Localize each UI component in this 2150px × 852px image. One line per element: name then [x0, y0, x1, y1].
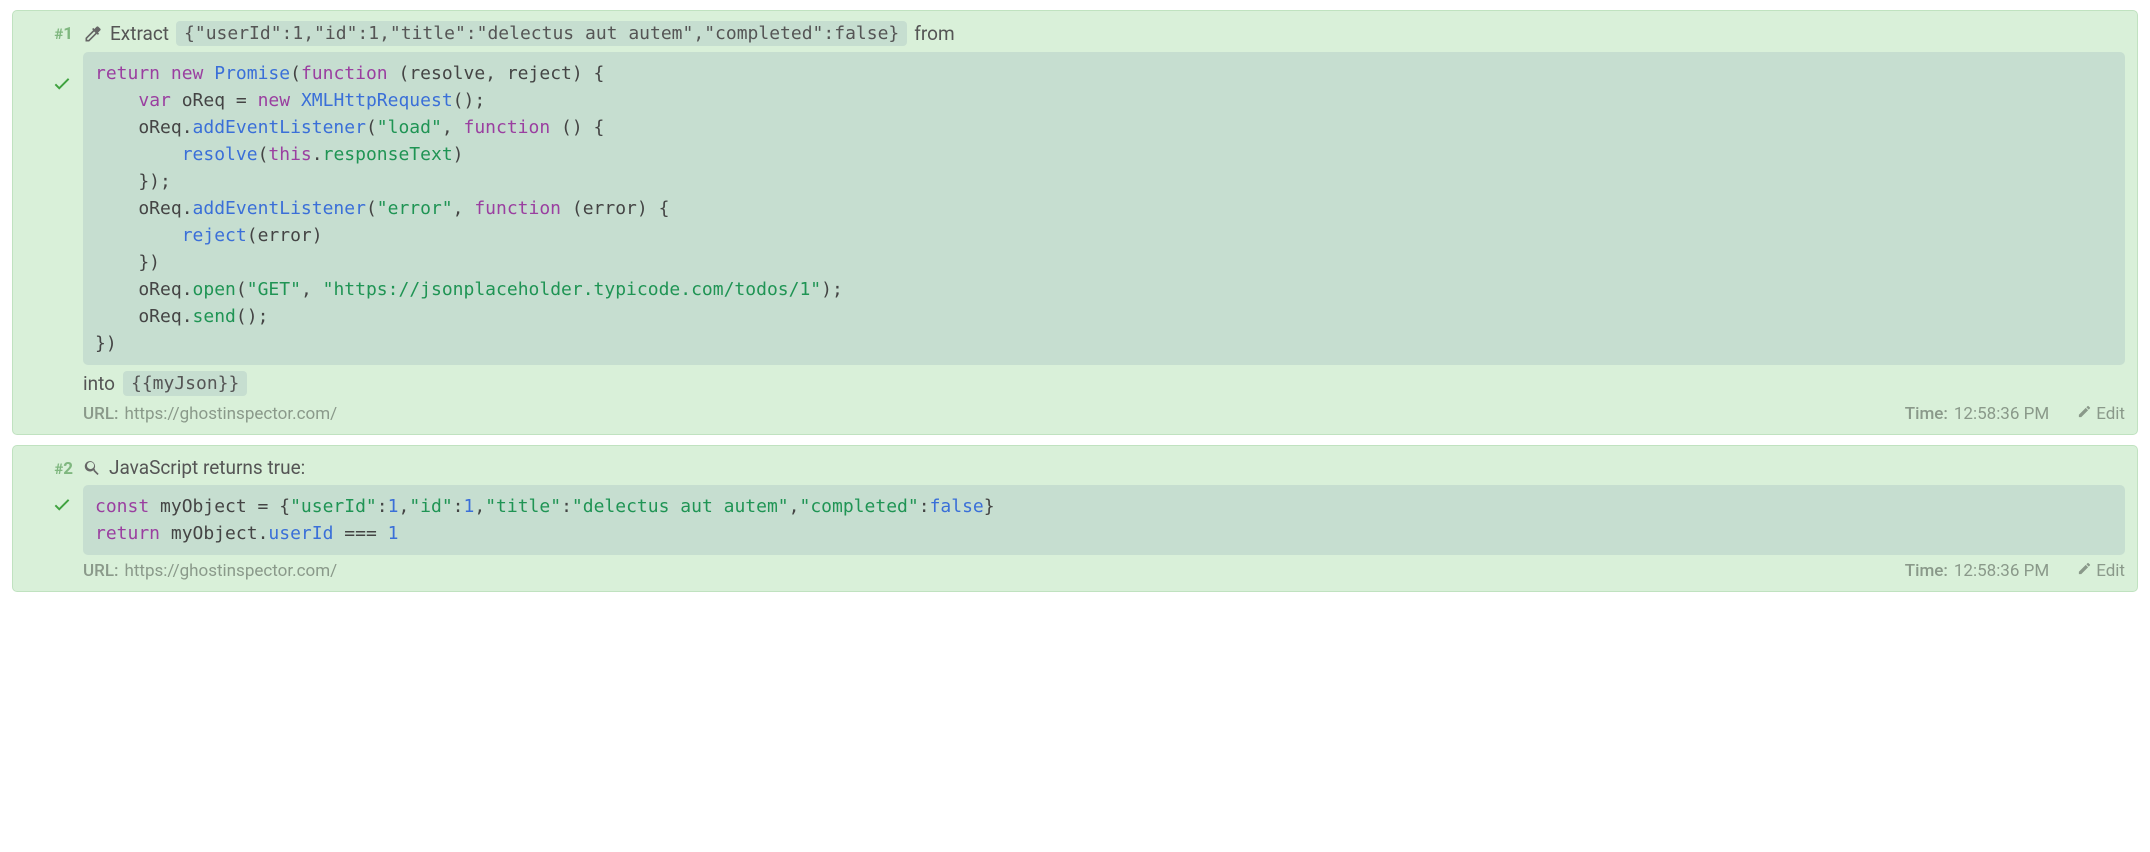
edit-label: Edit [2096, 561, 2125, 581]
step-title: Extract {"userId":1,"id":1,"title":"dele… [83, 21, 2125, 46]
test-step: #1 Extract {"userId":1,"id":1,"title":"d… [12, 10, 2138, 435]
into-label: into [83, 372, 115, 395]
url-value: https://ghostinspector.com/ [125, 404, 338, 424]
code-block: const myObject = {"userId":1,"id":1,"tit… [83, 485, 2125, 555]
step-title-suffix: from [914, 22, 954, 45]
url-label: URL: [83, 561, 119, 581]
step-sidebar: #2 [23, 456, 73, 581]
eyedropper-icon [83, 24, 103, 44]
pencil-icon [2077, 404, 2092, 424]
check-icon [23, 493, 73, 520]
pencil-icon [2077, 561, 2092, 581]
step-footer: URL: https://ghostinspector.com/ Time: 1… [83, 561, 2125, 581]
url-label: URL: [83, 404, 119, 424]
test-step: #2 JavaScript returns true: const myObje… [12, 445, 2138, 592]
into-line: into {{myJson}} [83, 371, 2125, 396]
into-variable-badge: {{myJson}} [123, 371, 247, 396]
code-block: return new Promise(function (resolve, re… [83, 52, 2125, 365]
magnifier-icon [83, 458, 102, 477]
time-label: Time: [1905, 404, 1948, 424]
check-icon [23, 72, 73, 99]
step-sidebar: #1 [23, 21, 73, 424]
edit-button[interactable]: Edit [2077, 561, 2125, 581]
step-title: JavaScript returns true: [83, 456, 2125, 479]
time-label: Time: [1905, 561, 1948, 581]
step-action-label: Extract [110, 22, 169, 45]
edit-label: Edit [2096, 404, 2125, 424]
step-number: #2 [23, 459, 73, 479]
time-value: 12:58:36 PM [1954, 561, 2049, 581]
extract-result-badge: {"userId":1,"id":1,"title":"delectus aut… [176, 21, 907, 46]
step-footer: URL: https://ghostinspector.com/ Time: 1… [83, 404, 2125, 424]
step-action-label: JavaScript returns true: [109, 456, 305, 479]
step-number: #1 [23, 24, 73, 44]
time-value: 12:58:36 PM [1954, 404, 2049, 424]
url-value: https://ghostinspector.com/ [125, 561, 338, 581]
edit-button[interactable]: Edit [2077, 404, 2125, 424]
